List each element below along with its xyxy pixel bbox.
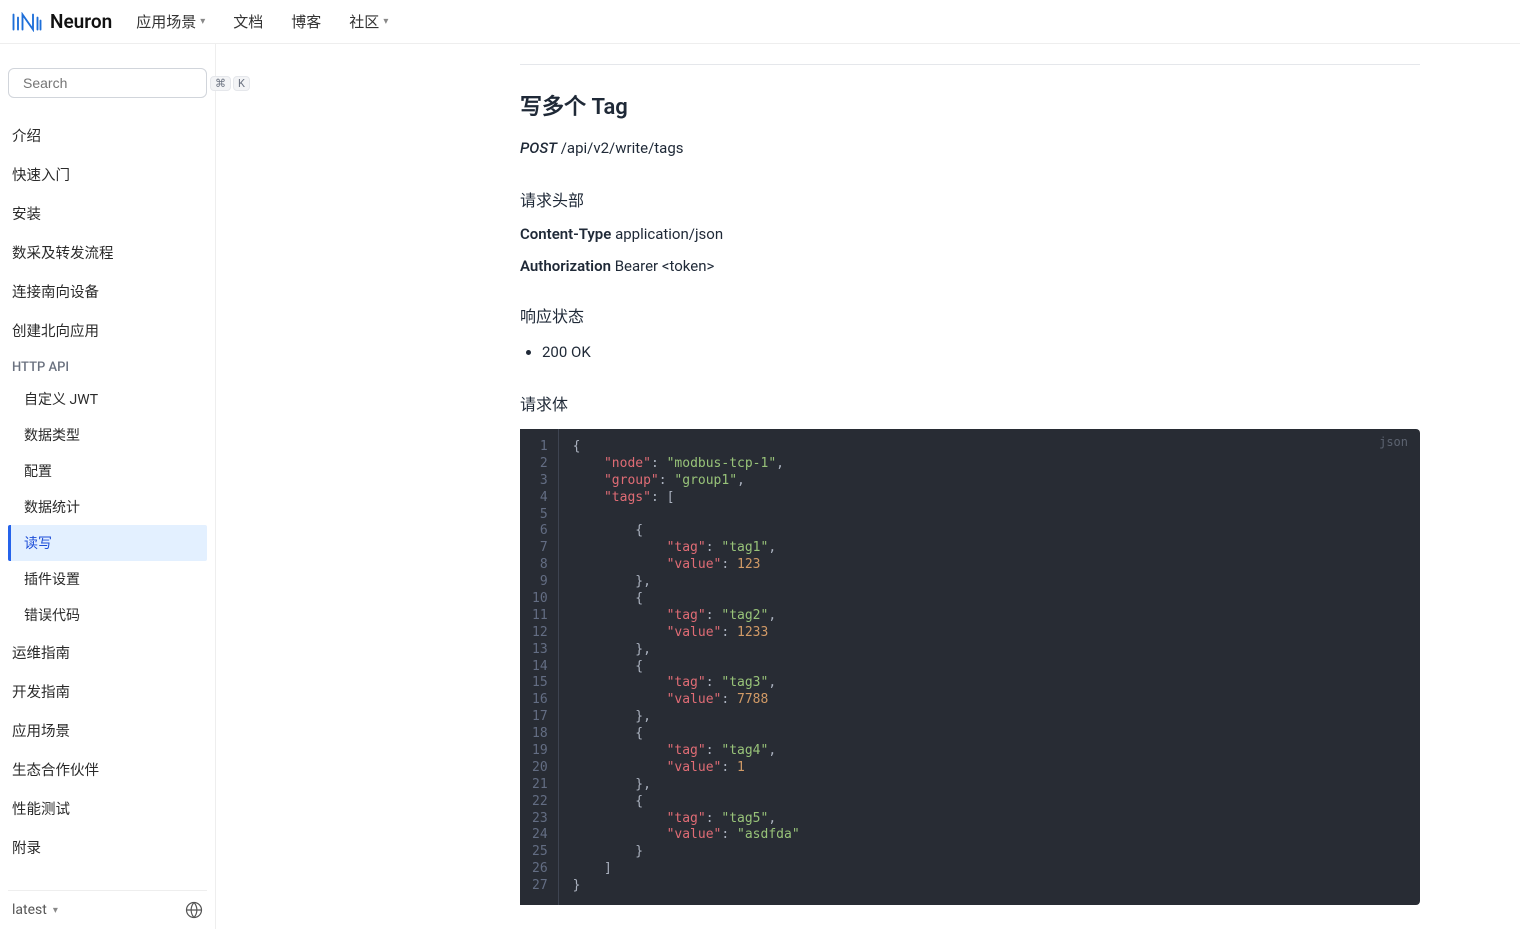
nav-link[interactable]: 博客 <box>291 11 321 32</box>
section-request-headers: 请求头部 <box>520 187 1420 211</box>
endpoint-line: POST /api/v2/write/tags <box>520 139 1420 157</box>
globe-icon[interactable] <box>185 901 203 919</box>
sidebar-item[interactable]: 安装 <box>8 194 207 233</box>
chevron-down-icon: ▾ <box>200 16 205 27</box>
sidebar-item[interactable]: 运维指南 <box>8 633 207 672</box>
sidebar-item[interactable]: 附录 <box>8 828 207 867</box>
sidebar-sub-item[interactable]: 自定义 JWT <box>8 381 207 417</box>
nav-link[interactable]: 文档 <box>233 11 263 32</box>
http-path: /api/v2/write/tags <box>561 139 684 157</box>
version-select[interactable]: latest ▾ <box>12 902 58 918</box>
header-key: Authorization <box>520 257 611 275</box>
sidebar-item[interactable]: 连接南向设备 <box>8 272 207 311</box>
status-item: 200 OK <box>542 341 1420 363</box>
sidebar-item[interactable]: 应用场景 <box>8 711 207 750</box>
sidebar-item[interactable]: 性能测试 <box>8 789 207 828</box>
sidebar-sub-item[interactable]: 配置 <box>8 453 207 489</box>
sidebar-item[interactable]: 快速入门 <box>8 155 207 194</box>
sidebar: ⌘ K 介绍快速入门安装数采及转发流程连接南向设备创建北向应用HTTP API自… <box>0 44 216 929</box>
code-gutter: 1234567891011121314151617181920212223242… <box>520 429 559 905</box>
sidebar-item[interactable]: 创建北向应用 <box>8 311 207 350</box>
sidebar-sub-item[interactable]: 数据统计 <box>8 489 207 525</box>
brand-text: Neuron <box>50 10 112 33</box>
header-authorization: Authorization Bearer <token> <box>520 257 1420 275</box>
top-navbar: Neuron 应用场景▾ 文档 博客 社区▾ <box>0 0 1520 44</box>
sidebar-sub-item[interactable]: 数据类型 <box>8 417 207 453</box>
section-response-status: 响应状态 <box>520 303 1420 327</box>
main-content: 写多个 Tag POST /api/v2/write/tags 请求头部 Con… <box>216 44 1520 929</box>
code-lang-tag: json <box>1379 435 1408 451</box>
search-input[interactable] <box>23 75 204 91</box>
sidebar-sub-item[interactable]: 读写 <box>8 525 207 561</box>
section-request-body: 请求体 <box>520 391 1420 415</box>
code-block: json 12345678910111213141516171819202122… <box>520 429 1420 905</box>
header-val: application/json <box>615 225 723 243</box>
divider <box>520 64 1420 65</box>
brand[interactable]: Neuron <box>12 10 112 33</box>
nav-links: 应用场景▾ 文档 博客 社区▾ <box>136 11 388 32</box>
sidebar-item[interactable]: 数采及转发流程 <box>8 233 207 272</box>
sidebar-item[interactable]: 开发指南 <box>8 672 207 711</box>
code-content: { "node": "modbus-tcp-1", "group": "grou… <box>559 429 1420 905</box>
sidebar-sub-item[interactable]: 插件设置 <box>8 561 207 597</box>
sidebar-list: 介绍快速入门安装数采及转发流程连接南向设备创建北向应用HTTP API自定义 J… <box>8 116 207 890</box>
search-box[interactable]: ⌘ K <box>8 68 207 98</box>
nav-link[interactable]: 社区▾ <box>349 11 388 32</box>
header-content-type: Content-Type application/json <box>520 225 1420 243</box>
sidebar-footer: latest ▾ <box>8 890 207 929</box>
sidebar-item[interactable]: 介绍 <box>8 116 207 155</box>
chevron-down-icon: ▾ <box>53 905 58 916</box>
page-title: 写多个 Tag <box>520 89 1420 121</box>
neuron-logo-icon <box>12 12 42 32</box>
http-method: POST <box>520 139 557 157</box>
sidebar-item[interactable]: 生态合作伙伴 <box>8 750 207 789</box>
sidebar-section-header: HTTP API <box>8 350 207 381</box>
version-label: latest <box>12 902 47 918</box>
header-key: Content-Type <box>520 225 611 243</box>
status-list: 200 OK <box>520 341 1420 363</box>
sidebar-sub-item[interactable]: 错误代码 <box>8 597 207 633</box>
chevron-down-icon: ▾ <box>383 16 388 27</box>
nav-link[interactable]: 应用场景▾ <box>136 11 205 32</box>
header-val: Bearer <token> <box>615 257 715 275</box>
